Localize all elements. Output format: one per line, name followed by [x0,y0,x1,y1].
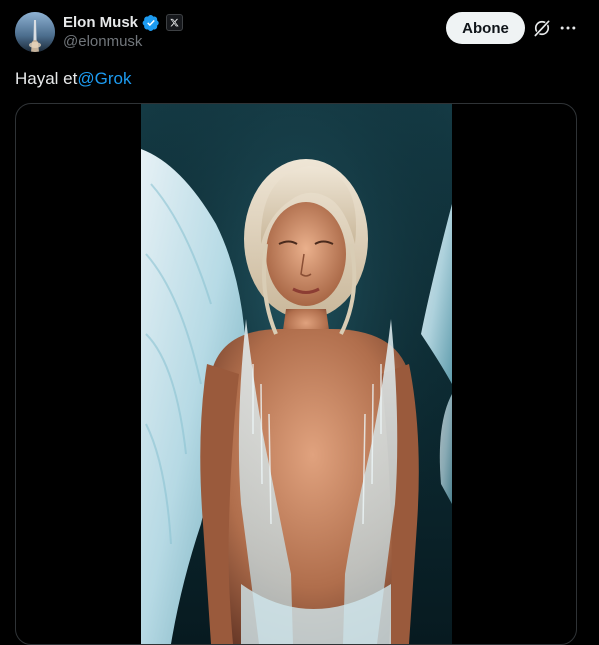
name-row: Elon Musk [63,13,184,32]
grok-icon[interactable] [532,18,552,38]
media-card [15,103,577,645]
tweet-header: Elon Musk @elonmusk Abone [0,0,599,60]
mention-link[interactable]: @Grok [77,69,131,88]
display-name[interactable]: Elon Musk [63,14,138,32]
subscribe-button[interactable]: Abone [446,12,525,44]
media-image[interactable] [141,104,452,644]
more-icon[interactable] [558,18,578,38]
verified-badge-icon [142,14,159,31]
avatar[interactable] [15,12,55,52]
tweet-text: Hayal et@Grok [15,69,131,89]
user-handle[interactable]: @elonmusk [63,33,142,51]
tweet-text-plain: Hayal et [15,69,78,88]
x-logo-icon[interactable] [166,14,184,31]
